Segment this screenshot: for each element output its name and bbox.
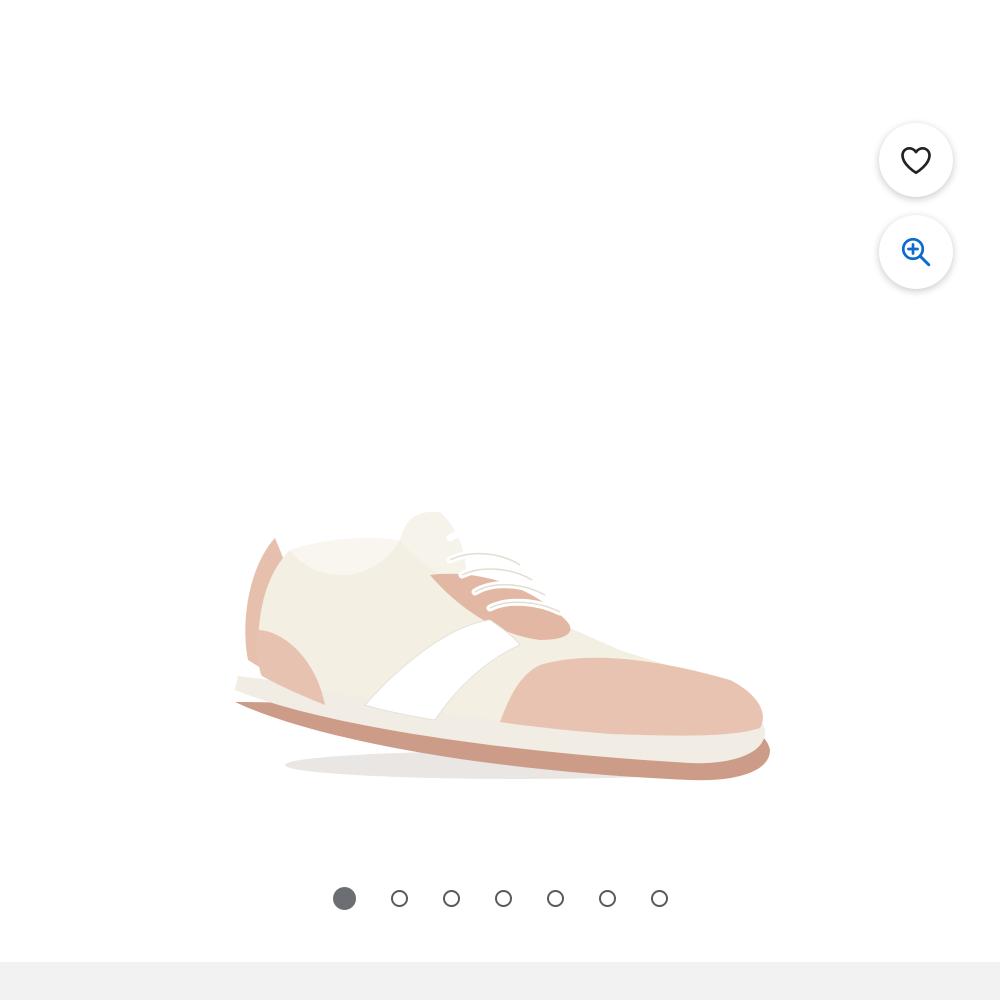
- carousel-pagination: [0, 886, 1000, 910]
- product-image: [200, 480, 800, 840]
- carousel-dot-7[interactable]: [650, 889, 668, 907]
- carousel-dot-4[interactable]: [494, 889, 512, 907]
- carousel-dot-1[interactable]: [332, 886, 356, 910]
- carousel-dot-3[interactable]: [442, 889, 460, 907]
- carousel-dot-5[interactable]: [546, 889, 564, 907]
- product-image-gallery[interactable]: [0, 0, 1000, 960]
- carousel-dot-2[interactable]: [390, 889, 408, 907]
- favorite-button[interactable]: [879, 123, 953, 197]
- heart-outline-icon: [901, 146, 931, 175]
- carousel-dot-6[interactable]: [598, 889, 616, 907]
- zoom-button[interactable]: [879, 215, 953, 289]
- zoom-in-icon: [901, 237, 931, 267]
- bottom-section-divider: [0, 962, 1000, 1000]
